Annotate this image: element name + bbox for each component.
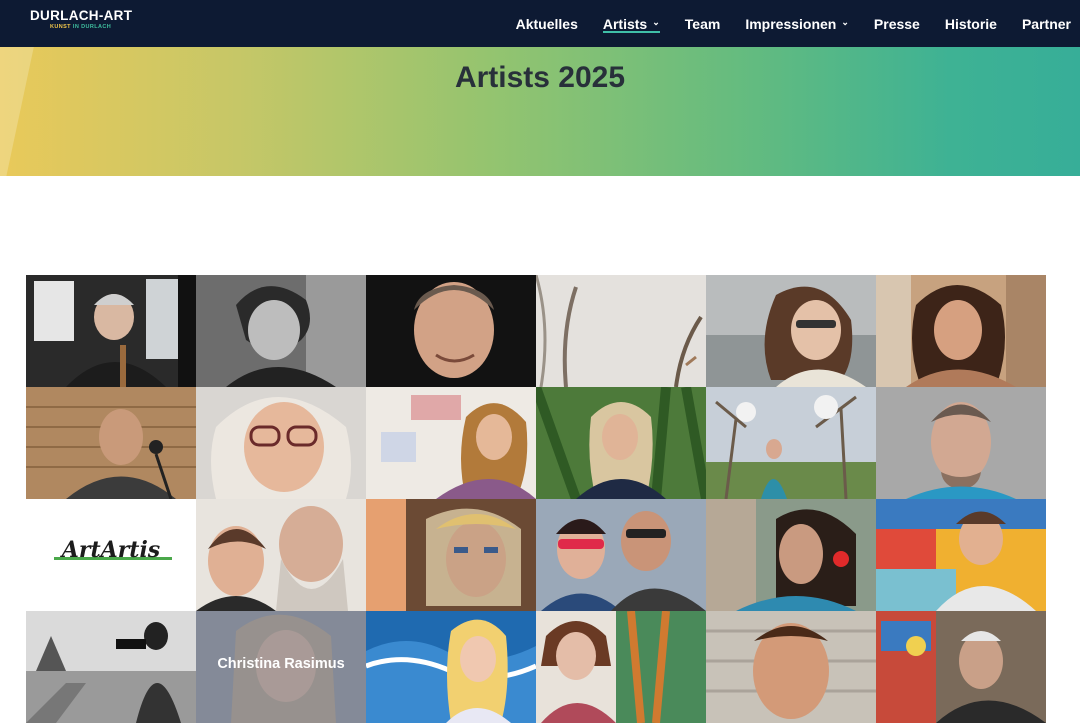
nav-item-historie[interactable]: Historie — [945, 0, 997, 47]
artist-tile[interactable] — [706, 387, 876, 499]
chevron-down-icon: ⌄ — [841, 17, 849, 27]
main-menu: Aktuelles Artists ⌄ Team Impressionen ⌄ … — [516, 0, 1080, 47]
artist-logo-text: ArtArtis — [61, 537, 161, 563]
artist-tile[interactable] — [196, 387, 366, 499]
nav-label: Impressionen — [745, 15, 837, 32]
artist-photo — [876, 499, 1046, 611]
artist-tile-hovered[interactable]: Christina Rasimus — [196, 611, 366, 723]
artist-tile[interactable] — [366, 275, 536, 387]
artist-photo — [706, 611, 876, 723]
artist-tile[interactable] — [536, 611, 706, 723]
artist-photo — [366, 387, 536, 499]
artist-tile[interactable] — [366, 387, 536, 499]
chevron-down-icon: ⌄ — [652, 17, 660, 27]
artist-photo — [706, 275, 876, 387]
artist-photo — [876, 611, 1046, 723]
artist-tile[interactable] — [196, 275, 366, 387]
artist-tile[interactable] — [26, 387, 196, 499]
artist-tile[interactable] — [26, 611, 196, 723]
nav-item-artists[interactable]: Artists ⌄ — [602, 0, 660, 47]
artist-tile[interactable] — [876, 275, 1046, 387]
artist-tile[interactable] — [706, 611, 876, 723]
artist-tile[interactable] — [706, 499, 876, 611]
artist-photo — [196, 387, 366, 499]
site-logo[interactable]: DURLACH-ART KUNST IN DURLACH — [30, 8, 132, 31]
nav-item-partner[interactable]: Partner — [1022, 0, 1071, 47]
artist-tile[interactable] — [536, 275, 706, 387]
logo-subtitle-part1: KUNST — [50, 24, 71, 30]
artist-photo — [876, 387, 1046, 499]
nav-item-presse[interactable]: Presse — [874, 0, 920, 47]
artist-photo — [196, 499, 366, 611]
logo-subtitle-part2: IN DURLACH — [72, 24, 112, 30]
artist-photo — [366, 611, 536, 723]
artist-tile[interactable] — [706, 275, 876, 387]
artist-tile[interactable] — [536, 387, 706, 499]
nav-item-aktuelles[interactable]: Aktuelles — [516, 0, 578, 47]
artist-photo — [876, 275, 1046, 387]
artist-grid: ArtArtis Christina Rasimus — [26, 275, 1046, 723]
artist-tile[interactable] — [26, 275, 196, 387]
artist-photo — [366, 275, 536, 387]
nav-label: Partner — [1021, 15, 1071, 32]
nav-label: Historie — [944, 15, 997, 32]
nav-label: Artists — [602, 15, 648, 32]
artist-tile[interactable] — [366, 499, 536, 611]
artist-photo — [26, 387, 196, 499]
nav-label: Team — [684, 15, 721, 32]
top-navigation-bar: DURLACH-ART KUNST IN DURLACH Aktuelles A… — [0, 0, 1080, 47]
artist-tile[interactable] — [366, 611, 536, 723]
artist-photo — [196, 275, 366, 387]
artist-photo — [536, 611, 706, 723]
artist-tile[interactable] — [876, 499, 1046, 611]
artist-tile[interactable] — [876, 387, 1046, 499]
artist-photo — [536, 499, 706, 611]
page-banner: Artists 2025 — [0, 47, 1080, 176]
artist-name-label: Christina Rasimus — [217, 656, 345, 672]
artist-photo — [536, 387, 706, 499]
artist-photo — [706, 499, 876, 611]
nav-label: Presse — [873, 15, 920, 32]
artist-tile[interactable]: ArtArtis — [26, 499, 196, 611]
artist-tile[interactable] — [536, 499, 706, 611]
artist-tile[interactable] — [876, 611, 1046, 723]
artist-photo — [26, 275, 196, 387]
nav-label: Aktuelles — [515, 15, 578, 32]
logo-subtitle: KUNST IN DURLACH — [50, 23, 132, 31]
artist-tile[interactable] — [196, 499, 366, 611]
nav-item-team[interactable]: Team — [685, 0, 721, 47]
nav-item-impressionen[interactable]: Impressionen ⌄ — [745, 0, 849, 47]
artist-photo — [26, 611, 196, 723]
logo-title: DURLACH-ART — [30, 8, 133, 23]
artist-photo — [706, 387, 876, 499]
artist-photo — [536, 275, 706, 387]
artist-photo — [366, 499, 536, 611]
page-title: Artists 2025 — [454, 61, 626, 94]
